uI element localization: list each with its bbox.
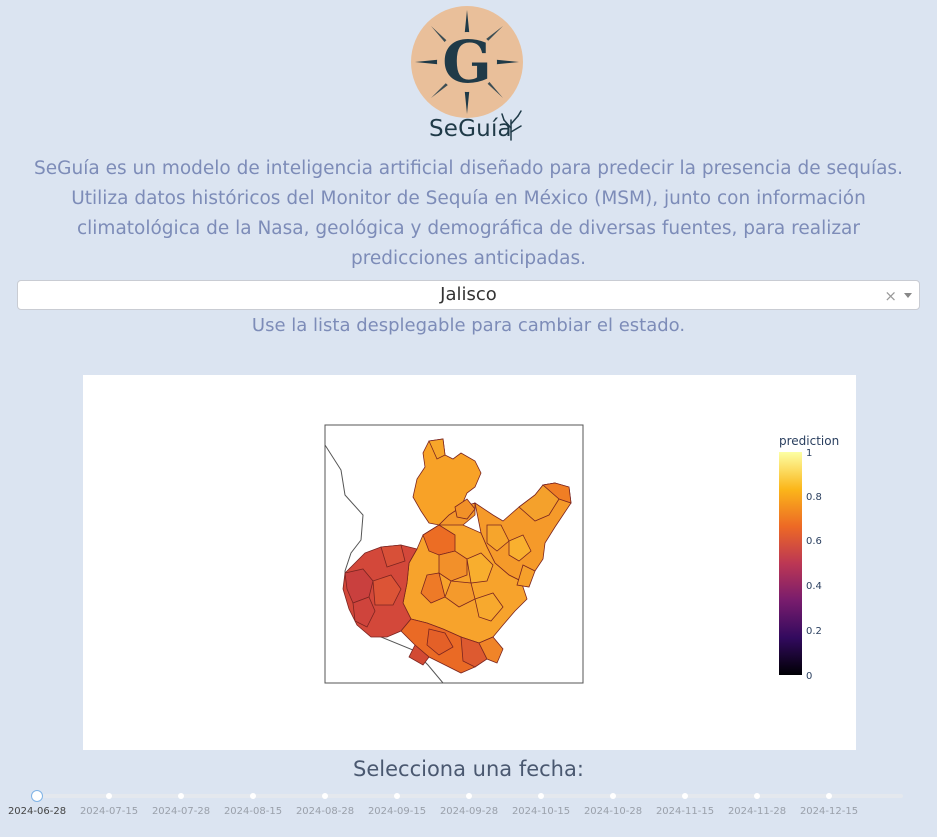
colorbar-tick: 0.8 (806, 492, 822, 503)
choropleth-map-panel[interactable]: prediction 1 0.8 0.6 0.4 0.2 0 (83, 375, 856, 750)
colorbar-tick: 0.6 (806, 536, 822, 547)
intro-description: SeGuía es un modelo de inteligencia arti… (34, 158, 903, 269)
slider-mark-label[interactable]: 2024-06-28 (2, 806, 72, 817)
sprout-icon (501, 110, 522, 141)
slider-step-dot[interactable] (466, 793, 472, 799)
slider-step-dot[interactable] (106, 793, 112, 799)
slider-step-dot[interactable] (322, 793, 328, 799)
colorbar-tick: 1 (806, 448, 812, 459)
colorbar: prediction 1 0.8 0.6 0.4 0.2 0 (779, 434, 839, 682)
state-dropdown[interactable]: Jalisco × (17, 280, 920, 310)
logo-letter: G (442, 28, 492, 96)
slider-step-dot[interactable] (538, 793, 544, 799)
slider-mark-label[interactable]: 2024-12-15 (794, 806, 864, 817)
compass-icon: G (415, 10, 519, 114)
slider-mark-label[interactable]: 2024-07-15 (74, 806, 144, 817)
slider-step-dot[interactable] (754, 793, 760, 799)
colorbar-title: prediction (779, 434, 839, 448)
slider-step-dot[interactable] (178, 793, 184, 799)
dropdown-hint: Use la lista desplegable para cambiar el… (251, 315, 686, 336)
jalisco-municipalities (342, 438, 572, 674)
slider-mark-label[interactable]: 2024-10-28 (578, 806, 648, 817)
slider-mark-label[interactable]: 2024-11-28 (722, 806, 792, 817)
slider-step-dot[interactable] (250, 793, 256, 799)
slider-mark-label[interactable]: 2024-09-15 (362, 806, 432, 817)
date-slider-label: Selecciona una fecha: (353, 757, 584, 781)
slider-mark-label[interactable]: 2024-07-28 (146, 806, 216, 817)
slider-step-dot[interactable] (394, 793, 400, 799)
header: G SeGuía (0, 0, 937, 150)
slider-mark-label[interactable]: 2024-11-15 (650, 806, 720, 817)
state-selected-value: Jalisco (440, 284, 497, 305)
date-slider-handle[interactable] (31, 790, 43, 802)
slider-step-dot[interactable] (826, 793, 832, 799)
slider-step-dot[interactable] (610, 793, 616, 799)
slider-mark-label[interactable]: 2024-10-15 (506, 806, 576, 817)
colorbar-tick: 0.4 (806, 581, 822, 592)
clear-icon[interactable]: × (884, 287, 897, 305)
slider-mark-label[interactable]: 2024-08-28 (290, 806, 360, 817)
colorbar-tick: 0.2 (806, 626, 822, 637)
geo-frame (325, 438, 572, 683)
colorbar-tick: 0 (806, 671, 812, 682)
chevron-down-icon[interactable] (904, 293, 912, 298)
slider-mark-label[interactable]: 2024-09-28 (434, 806, 504, 817)
slider-step-dot[interactable] (682, 793, 688, 799)
slider-mark-label[interactable]: 2024-08-15 (218, 806, 288, 817)
